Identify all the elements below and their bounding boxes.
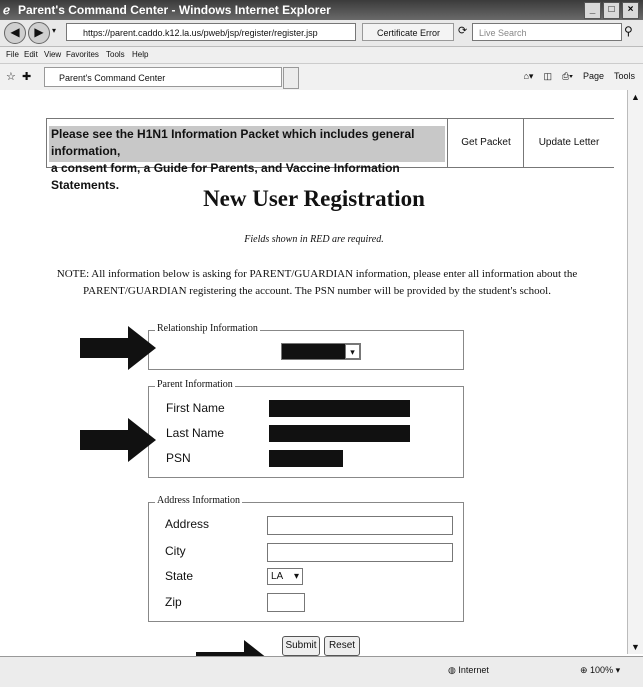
state-label: State — [165, 569, 194, 583]
relationship-fieldset: Relationship Information ▾ — [148, 323, 464, 370]
menu-help[interactable]: Help — [132, 50, 148, 59]
print-icon[interactable]: ⎙▾ — [562, 71, 573, 82]
menu-edit[interactable]: Edit — [24, 50, 38, 59]
globe-icon: ◍ — [448, 665, 459, 675]
command-bar: ⌂▾ ◫ ⎙▾ Page Tools — [523, 71, 635, 82]
psn-field[interactable] — [269, 450, 343, 467]
scroll-up-icon[interactable]: ▲ — [631, 92, 640, 102]
banner-message: Please see the H1N1 Information Packet w… — [49, 126, 445, 192]
vertical-scrollbar[interactable]: ▲ ▼ — [627, 90, 643, 654]
url-field[interactable]: https://parent.caddo.k12.la.us/pweb/jsp/… — [66, 23, 356, 41]
reset-button[interactable]: Reset — [324, 636, 360, 656]
page-menu[interactable]: Page — [583, 71, 604, 82]
maximize-button[interactable]: □ — [603, 2, 620, 19]
window-title: Parent's Command Center - Windows Intern… — [18, 3, 331, 17]
page-title: New User Registration — [203, 186, 425, 211]
first-name-field[interactable] — [269, 400, 410, 417]
chevron-down-icon[interactable]: ▾ — [345, 344, 360, 359]
tools-menu[interactable]: Tools — [614, 71, 635, 82]
close-button[interactable]: × — [622, 2, 639, 19]
parent-fieldset: Parent Information First Name Last Name … — [148, 379, 464, 478]
refresh-icon[interactable]: ⟳ — [458, 24, 467, 37]
menu-file[interactable]: File — [6, 50, 19, 59]
relationship-legend: Relationship Information — [155, 323, 260, 334]
state-value: LA — [271, 571, 284, 582]
h1n1-banner: Please see the H1N1 Information Packet w… — [46, 118, 614, 192]
back-button[interactable]: ◀ — [4, 22, 26, 44]
address-label: Address — [165, 517, 210, 531]
zip-label: Zip — [165, 595, 182, 609]
address-legend: Address Information — [155, 495, 243, 506]
update-letter-button[interactable]: Update Letter — [523, 119, 614, 167]
state-select[interactable]: LA ▾ — [267, 568, 303, 585]
window-controls: _ □ × — [584, 2, 639, 19]
city-label: City — [165, 544, 186, 558]
annotation-arrow — [80, 418, 156, 462]
last-name-label: Last Name — [166, 426, 225, 440]
zone-indicator: ◍ Internet — [448, 665, 489, 676]
favorites-bar: ☆ ✚ Parent's Command Center ⌂▾ ◫ ⎙▾ Page… — [0, 64, 643, 91]
get-packet-button[interactable]: Get Packet — [447, 119, 524, 167]
annotation-arrow — [80, 326, 156, 370]
favorites-star-icon[interactable]: ☆ — [6, 70, 16, 83]
scroll-down-icon[interactable]: ▼ — [631, 642, 640, 652]
note-line-1: NOTE: All information below is asking fo… — [56, 268, 578, 280]
forward-button[interactable]: ▶ — [28, 22, 50, 44]
home-icon[interactable]: ⌂▾ — [523, 71, 533, 82]
menu-tools[interactable]: Tools — [106, 50, 125, 59]
minimize-button[interactable]: _ — [584, 2, 601, 19]
new-tab-button[interactable] — [283, 67, 299, 89]
zoom-control[interactable]: ⊕ 100% ▾ — [580, 665, 620, 676]
city-input[interactable] — [267, 543, 453, 562]
zone-label: Internet — [458, 665, 489, 675]
menu-favorites[interactable]: Favorites — [66, 50, 99, 59]
banner-line-1: Please see the H1N1 Information Packet w… — [51, 127, 415, 158]
address-input[interactable] — [267, 516, 453, 535]
status-bar: ◍ Internet ⊕ 100% ▾ — [0, 656, 643, 687]
required-fields-note: Fields shown in RED are required. — [244, 234, 384, 245]
search-input[interactable]: Live Search — [472, 23, 622, 41]
zip-input[interactable] — [267, 593, 305, 612]
arrow-shape — [80, 326, 156, 370]
parent-legend: Parent Information — [155, 379, 235, 390]
history-dropdown-icon[interactable]: ▾ — [52, 26, 56, 35]
zoom-icon: ⊕ — [580, 665, 591, 675]
note-line-2: PARENT/GUARDIAN registering the account.… — [83, 285, 551, 297]
tab-parents-command-center[interactable]: Parent's Command Center — [44, 67, 282, 87]
ie-icon: ℯ — [3, 3, 11, 17]
certificate-error-button[interactable]: Certificate Error — [362, 23, 454, 41]
address-fieldset: Address Information Address City State L… — [148, 495, 464, 622]
menu-bar: File Edit View Favorites Tools Help — [0, 47, 643, 64]
parent-guardian-note: NOTE: All information below is asking fo… — [48, 266, 586, 300]
psn-label: PSN — [166, 451, 191, 465]
first-name-label: First Name — [166, 401, 225, 415]
window-titlebar: ℯ Parent's Command Center - Windows Inte… — [0, 0, 643, 20]
address-bar: ◀ ▶ ▾ https://parent.caddo.k12.la.us/pwe… — [0, 20, 643, 47]
menu-view[interactable]: View — [44, 50, 61, 59]
submit-button[interactable]: Submit — [282, 636, 320, 656]
search-icon[interactable]: ⚲ — [624, 24, 633, 38]
last-name-field[interactable] — [269, 425, 410, 442]
arrow-shape — [80, 418, 156, 462]
add-favorites-icon[interactable]: ✚ — [22, 70, 31, 83]
feeds-icon[interactable]: ◫ — [543, 71, 552, 82]
chevron-down-icon: ▾ — [293, 571, 299, 582]
zoom-label: 100% — [590, 665, 614, 675]
